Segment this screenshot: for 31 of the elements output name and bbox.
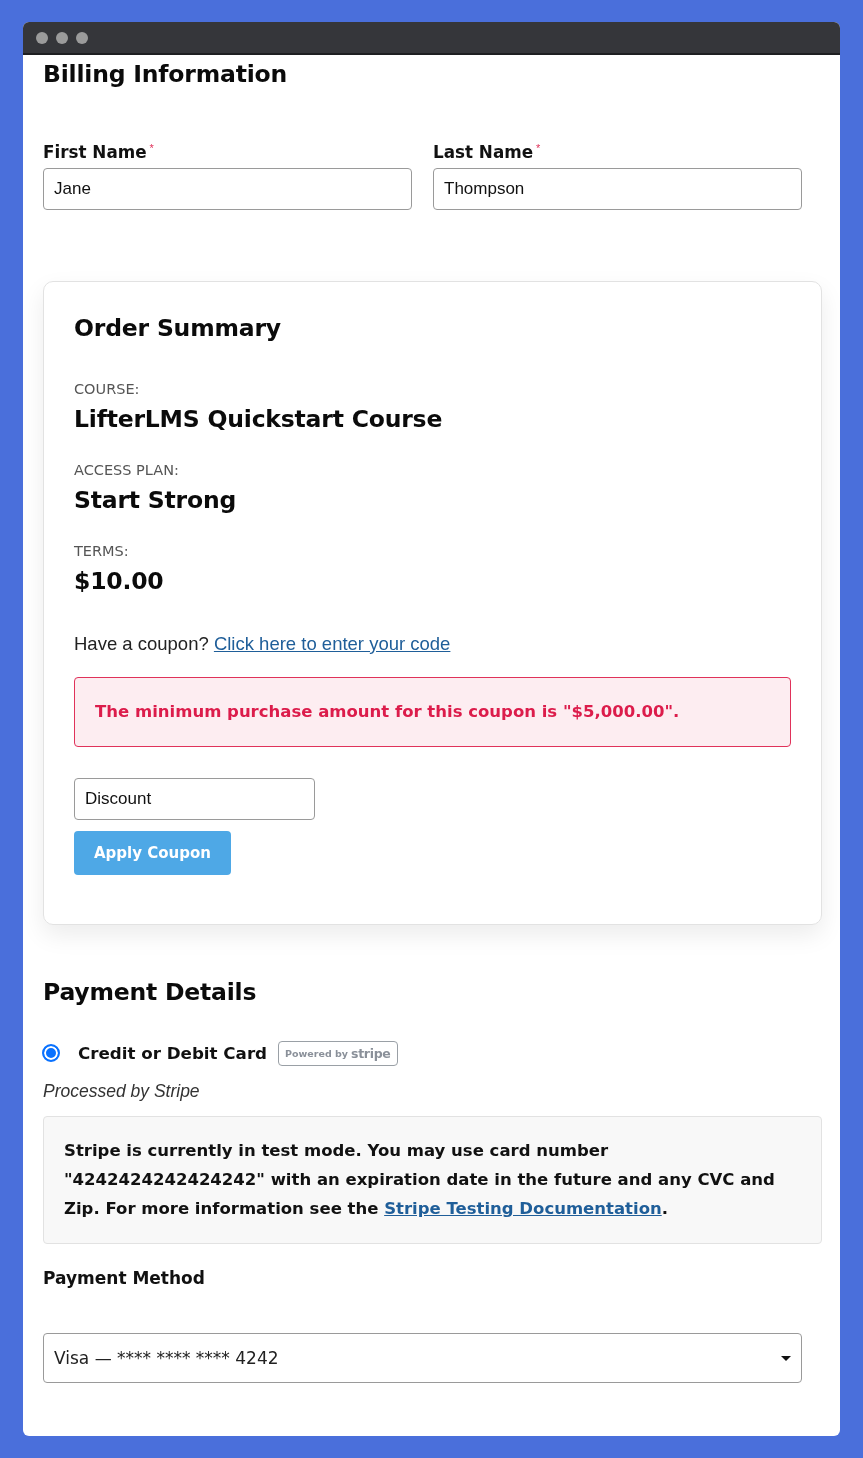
coupon-code-field[interactable]: Discount xyxy=(74,778,315,820)
documentation-link[interactable]: Stripe Testing Documentation xyxy=(384,1199,662,1218)
section-heading: Billing Information xyxy=(43,60,287,88)
required-mark: * xyxy=(536,141,541,155)
field-label: Last Name xyxy=(433,141,534,163)
summary-value: Start Strong xyxy=(74,486,237,514)
error-message: The minimum purchase amount for this coupon is "$5,000.00". xyxy=(74,677,791,747)
window-control-icon[interactable] xyxy=(76,31,88,44)
card-title: Order Summary xyxy=(74,314,281,342)
coupon-prompt: Have a coupon? Click here to enter your code xyxy=(74,632,451,656)
text-field[interactable]: Thompson xyxy=(433,168,802,210)
window-control-icon[interactable] xyxy=(56,31,68,44)
summary-value: LifterLMS Quickstart Course xyxy=(74,405,443,433)
field-label: First Name xyxy=(43,141,147,163)
summary-label: COURSE: xyxy=(74,380,140,398)
text-field[interactable]: Jane xyxy=(43,168,412,210)
section-heading: Payment Details xyxy=(43,978,257,1006)
summary-value: $10.00 xyxy=(74,567,164,595)
payment-method-select[interactable]: Visa — **** **** **** 4242 xyxy=(43,1333,802,1383)
processor-note: Processed by Stripe xyxy=(43,1080,200,1103)
required-mark: * xyxy=(149,141,154,155)
payment-option-label: Credit or Debit Card xyxy=(78,1042,268,1064)
window-control-icon[interactable] xyxy=(36,31,48,44)
caret-icon xyxy=(781,1355,791,1361)
field-label: Payment Method xyxy=(43,1267,205,1289)
radio-button[interactable] xyxy=(42,1044,60,1062)
test-mode-notice: Stripe is currently in test mode. You may use card number "4242424242424242" with an expiration date in the future and any CVC and Zip. For more information see the Stripe Testing Documentation. xyxy=(43,1116,822,1244)
coupon-link[interactable]: Click here to enter your code xyxy=(213,633,451,654)
summary-label: TERMS: xyxy=(74,542,129,560)
summary-label: ACCESS PLAN: xyxy=(74,461,179,479)
powered-by-badge: Powered by stripe xyxy=(278,1040,398,1066)
